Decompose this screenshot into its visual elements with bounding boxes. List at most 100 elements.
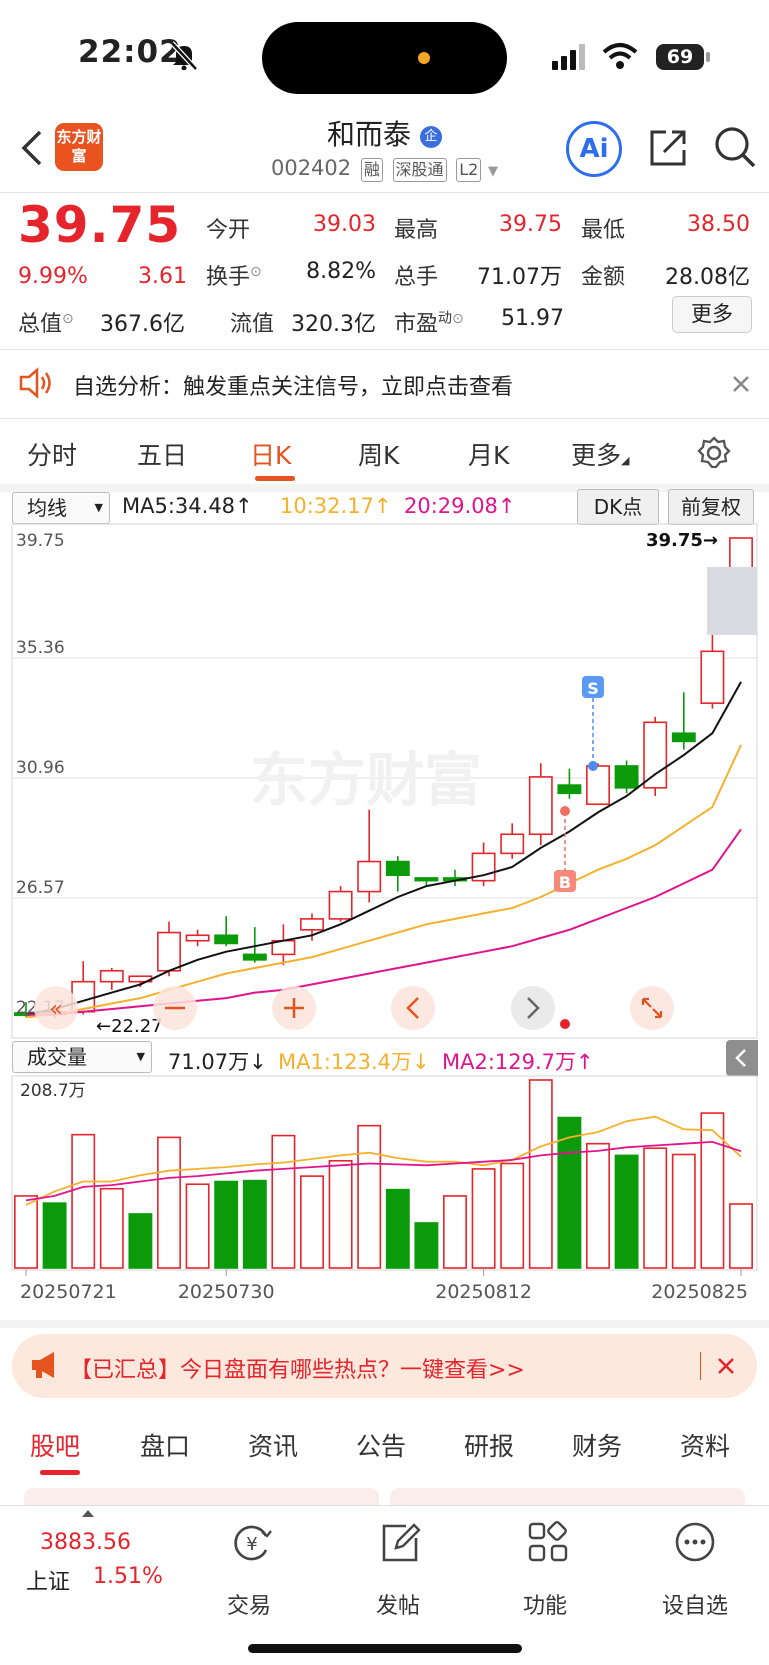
status-time: 22:02 [78,34,182,70]
nav-trade[interactable]: 交易 [199,1588,299,1620]
stock-code: 002402 [270,156,352,180]
dk-point-select[interactable]: DK点 [577,489,659,525]
more-options-icon[interactable] [671,1518,719,1566]
mktcap-value: 367.6亿 [100,312,185,337]
index-change[interactable]: 1.51% [93,1564,163,1589]
compose-icon[interactable] [376,1518,424,1566]
y-axis-labels: 39.7535.3630.9626.5722.17 [16,531,65,1018]
more-button[interactable]: 更多 [672,296,752,333]
close-icon[interactable] [731,374,751,394]
nav-post[interactable]: 发帖 [348,1588,448,1620]
candle-body [157,931,181,972]
search-icon[interactable] [712,124,758,170]
index-name[interactable]: 上证 [26,1564,70,1596]
watermark: 东方财富 [250,746,482,814]
tab-orderbook[interactable]: 盘口 [140,1427,190,1463]
scroll-right-button[interactable] [511,986,555,1030]
tab-finance[interactable]: 财务 [572,1427,622,1463]
sell-signal-dot [588,761,598,771]
scroll-left-button[interactable] [391,986,435,1030]
volume-bar [614,1154,639,1269]
sell-signal-text: S [587,679,599,698]
candle-body [300,918,324,931]
tab-underline [40,1470,80,1475]
y-axis-label: 26.57 [16,878,65,898]
tab-news[interactable]: 资讯 [248,1427,298,1463]
last-price-highlight [707,567,757,635]
svg-text:¥: ¥ [246,1534,257,1555]
y-axis-label: 30.96 [16,758,65,778]
chevron-left-icon [735,1049,746,1067]
tab-announcements[interactable]: 公告 [356,1427,406,1463]
y-axis-label: 35.36 [16,638,65,658]
volume-chart[interactable]: 208.7万 20250721 20250730 20250812 20250825 [0,1074,769,1300]
tab-more[interactable]: 更多◢ [571,436,629,472]
zoom-out-button[interactable] [153,986,197,1030]
volume-bar [528,1079,553,1269]
tag-connect: 深股通 [392,158,447,182]
volume-bar [643,1147,668,1269]
ai-button[interactable]: Ai [566,121,622,177]
nav-functions[interactable]: 功能 [495,1588,595,1620]
scroll-left-fast-button[interactable]: « [34,986,78,1030]
volume-label: 总手 [394,265,439,290]
tab-monthly-k[interactable]: 月K [468,436,509,472]
volume-bar [99,1187,124,1269]
trade-icon[interactable]: ¥ [228,1518,276,1566]
tab-forum[interactable]: 股吧 [30,1427,80,1463]
adjust-select[interactable]: 前复权 [668,489,754,525]
collapse-panel-button[interactable] [726,1040,758,1076]
turnover-label[interactable]: 换手⊙ [206,259,262,291]
banner-text[interactable]: 【已汇总】今日盘面有哪些热点？一键查看>> [70,1352,525,1384]
mktcap-label-text: 总值 [18,312,63,337]
expand-up-icon[interactable] [82,1510,94,1517]
zoom-in-button[interactable] [272,986,316,1030]
speaker-icon [19,367,51,399]
candle-body [99,969,124,983]
price-chart[interactable]: 东方财富 39.7535.3630.9626.5722.17 39.75→ ←2… [0,522,769,1042]
high-label: 最高 [394,218,439,243]
indicator-select[interactable]: 均线 ▼ [12,492,110,524]
mktcap-label[interactable]: 总值⊙ [18,306,74,338]
volume-bar [242,1179,267,1269]
tab-5day[interactable]: 五日 [137,436,187,472]
tab-daily-k[interactable]: 日K [250,436,291,472]
volume-indicator-select[interactable]: 成交量 ▼ [12,1041,152,1073]
tab-profile[interactable]: 资料 [680,1427,730,1463]
nav-add-watchlist[interactable]: 设自选 [645,1588,745,1620]
share-icon[interactable] [646,126,690,170]
x-axis-label: 20250825 [651,1281,748,1300]
functions-grid-icon[interactable] [524,1518,572,1566]
ma5-value: MA5:34.48↑ [122,494,253,518]
index-value[interactable]: 3883.56 [40,1530,131,1555]
volume-bar [328,1160,353,1269]
open-label: 今开 [206,218,251,243]
card-peek [390,1488,745,1506]
volume-bar [500,1162,525,1269]
pe-label[interactable]: 市盈动⊙ [394,306,464,338]
wifi-icon [602,43,638,69]
tab-intraday[interactable]: 分时 [27,436,77,472]
settings-gear-icon[interactable] [697,436,731,470]
alert-text[interactable]: 自选分析：触发重点关注信号，立即点击查看 [73,369,513,401]
pe-value: 51.97 [501,306,564,331]
candle-body [614,765,639,789]
mute-bell-icon [170,41,198,70]
x-axis-labels: 20250721 20250730 20250812 20250825 [20,1268,748,1300]
info-dots-icon: ⊙ [452,311,464,327]
buy-signal-dot [560,806,570,816]
candle-body [700,650,725,704]
tab-research[interactable]: 研报 [464,1427,514,1463]
close-icon[interactable] [716,1356,736,1376]
volume-value: 71.07万 [477,265,562,290]
pe-superscript: 动 [438,310,453,327]
fullscreen-button[interactable] [630,986,674,1030]
ma10-value: 10:32.17↑ [280,494,392,518]
volume-today: 71.07万↓ [168,1050,267,1074]
x-axis-label: 20250721 [20,1281,117,1300]
amount-label: 金额 [581,265,626,290]
volume-bar [671,1153,696,1269]
volume-max-label: 208.7万 [20,1081,86,1101]
volume-bar [157,1136,181,1269]
tab-weekly-k[interactable]: 周K [358,436,399,472]
